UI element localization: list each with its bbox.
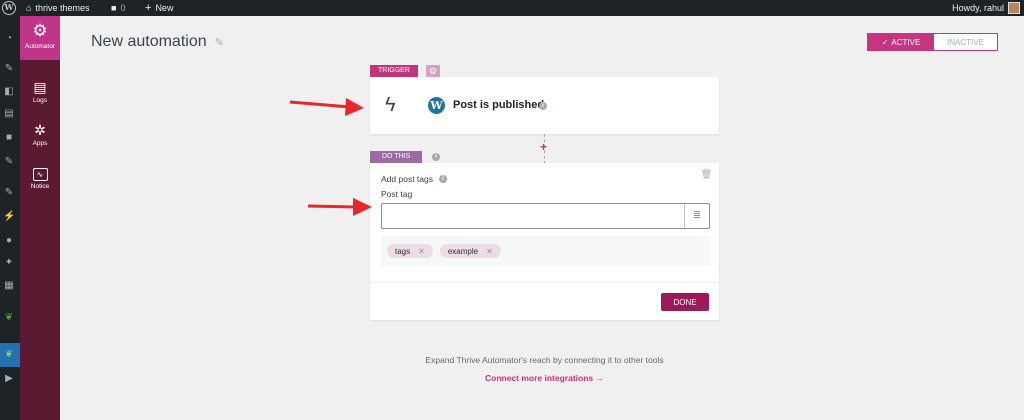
tools-icon[interactable]: ✦ [3, 257, 15, 269]
comments-link[interactable]: ■ 0 [111, 0, 125, 16]
notice-icon: ∿ [32, 168, 48, 181]
home-icon: ⌂ [26, 3, 32, 13]
sidebar-item-label: Logs [32, 97, 48, 104]
comment-icon: ■ [111, 3, 117, 13]
plugins-icon[interactable]: ⚡ [3, 211, 15, 223]
howdy-text: Howdy, rahul [952, 3, 1004, 13]
connect-integrations-link[interactable]: Connect more integrations → [370, 373, 719, 383]
automator-logo-label: Automator [25, 43, 55, 50]
check-icon: ✓ [881, 37, 889, 47]
leaf-icon[interactable]: ❦ [3, 349, 15, 361]
dashboard-icon[interactable]: ◔ [3, 33, 15, 45]
post-tag-field: ≣ [381, 203, 710, 229]
site-name: thrive themes [35, 3, 90, 13]
gear-icon[interactable]: ⚙ [426, 65, 440, 77]
sidebar-item-label: Notice [30, 183, 50, 190]
play-icon[interactable]: ▶ [3, 373, 15, 385]
expand-text: Expand Thrive Automator's reach by conne… [425, 355, 664, 365]
page-title-row: New automation ✎ [91, 33, 224, 51]
wordpress-icon: W [428, 97, 445, 114]
admin-bar: W ⌂ thrive themes ■ 0 + New Howdy, rahul [0, 0, 1024, 16]
post-tag-input[interactable] [382, 204, 684, 228]
leaf-icon[interactable]: ❦ [3, 312, 15, 324]
close-icon[interactable]: ✕ [418, 247, 425, 256]
annotation-arrow-icon [307, 198, 372, 216]
pages-icon[interactable]: ▤ [3, 108, 15, 120]
automator-sidebar: ⚙ Automator ▤ Logs ✲ Apps ∿ Notice [20, 16, 60, 420]
annotation-arrow-icon [289, 98, 364, 116]
sidebar-item-apps[interactable]: ✲ Apps [20, 122, 60, 147]
wp-admin-menu: ◔ ✎ ◧ ▤ ■ ✎ ✎ ⚡ ● ✦ ▦ ❦ ❦ ▶ [0, 16, 20, 420]
database-icon[interactable]: ≣ [684, 204, 709, 228]
sidebar-item-notice[interactable]: ∿ Notice [20, 168, 60, 190]
users-icon[interactable]: ● [3, 235, 15, 247]
trigger-tag: TRIGGER [370, 65, 418, 77]
automator-icon: ⚙ [32, 21, 48, 40]
pin-icon[interactable]: ✎ [3, 156, 15, 168]
media-icon[interactable]: ◧ [3, 86, 15, 98]
action-title: Add post tags [381, 174, 433, 184]
close-icon[interactable]: ✕ [486, 247, 493, 256]
comments-icon[interactable]: ■ [3, 132, 15, 144]
status-toggle: ✓ ACTIVE INACTIVE [867, 33, 998, 51]
settings-icon[interactable]: ▦ [3, 280, 15, 292]
sidebar-item-logs[interactable]: ▤ Logs [20, 79, 60, 104]
add-step-plus-icon[interactable]: + [540, 141, 547, 153]
new-label: New [155, 3, 174, 13]
trash-icon[interactable]: 🗑 [701, 169, 712, 180]
inactive-toggle-button[interactable]: INACTIVE [934, 34, 997, 50]
site-name-link[interactable]: ⌂ thrive themes [26, 0, 89, 16]
info-icon[interactable]: i [432, 153, 440, 161]
comments-count: 0 [120, 3, 126, 13]
avatar [1008, 2, 1020, 14]
info-icon[interactable]: i [539, 102, 547, 110]
lightning-icon: ϟ [385, 94, 396, 116]
action-tag: DO THIS [370, 151, 423, 163]
new-content-link[interactable]: + New [145, 0, 173, 16]
appearance-icon[interactable]: ✎ [3, 187, 15, 199]
page-title: New automation [91, 33, 207, 50]
info-icon[interactable]: i [438, 175, 447, 183]
tag-chip-label: example [447, 246, 479, 256]
logs-icon: ▤ [33, 79, 47, 95]
divider [370, 282, 719, 283]
plus-icon: + [145, 2, 152, 14]
tag-chip-label: tags [395, 246, 411, 256]
inactive-label: INACTIVE [947, 37, 984, 47]
active-toggle-button[interactable]: ✓ ACTIVE [868, 34, 934, 50]
apps-icon: ✲ [34, 122, 46, 138]
tag-chip-list: tags ✕ example ✕ [381, 236, 710, 266]
done-button[interactable]: DONE [661, 293, 709, 311]
sidebar-item-label: Apps [32, 140, 48, 147]
tag-chip: example ✕ [439, 244, 501, 258]
post-tag-label: Post tag [381, 189, 413, 199]
active-label: ACTIVE [891, 37, 921, 47]
tag-chip: tags ✕ [387, 244, 433, 258]
action-title-row: Add post tags i [381, 174, 447, 184]
account-menu[interactable]: Howdy, rahul [952, 0, 1020, 16]
pencil-icon[interactable]: ✎ [215, 36, 224, 49]
wordpress-logo-icon[interactable]: W [2, 1, 16, 15]
automator-logo[interactable]: ⚙ Automator [20, 16, 60, 60]
trigger-title: Post is published [453, 99, 545, 111]
pin-icon[interactable]: ✎ [3, 63, 15, 75]
